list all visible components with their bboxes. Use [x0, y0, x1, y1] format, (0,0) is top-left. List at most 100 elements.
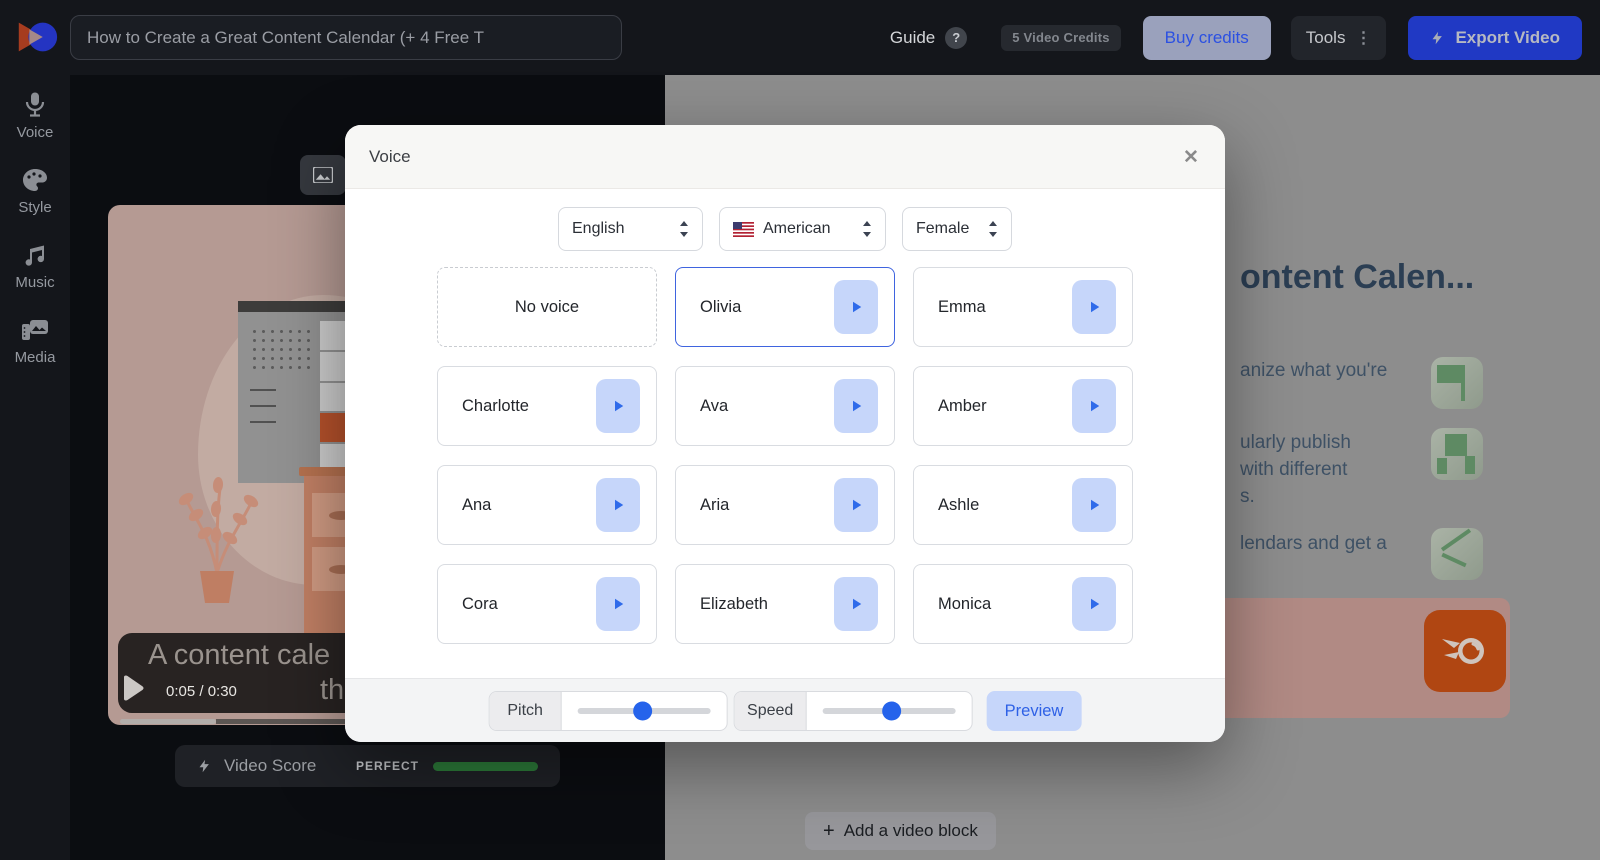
article-thumbnail	[1431, 528, 1483, 580]
video-score-bar[interactable]: Video Score PERFECT	[175, 745, 560, 787]
play-voice-button[interactable]	[834, 379, 878, 433]
export-video-button[interactable]: Export Video	[1408, 16, 1582, 60]
voice-card-cora[interactable]: Cora	[437, 564, 657, 644]
voice-name: Charlotte	[462, 397, 529, 416]
preview-button[interactable]: Preview	[987, 691, 1082, 731]
sidebar-item-style[interactable]: Style	[18, 168, 51, 216]
voice-card-elizabeth[interactable]: Elizabeth	[675, 564, 895, 644]
language-select[interactable]: English	[558, 207, 703, 251]
buy-credits-button[interactable]: Buy credits	[1143, 16, 1271, 60]
play-icon[interactable]	[121, 675, 145, 706]
add-video-block-label: Add a video block	[844, 821, 978, 841]
gender-select[interactable]: Female	[902, 207, 1012, 251]
media-thumbnail-button[interactable]	[300, 155, 346, 195]
play-icon	[847, 298, 865, 316]
voice-name: Ava	[700, 397, 728, 416]
voice-card-ashle[interactable]: Ashle	[913, 465, 1133, 545]
plus-icon: +	[823, 821, 835, 841]
play-voice-button[interactable]	[596, 379, 640, 433]
play-icon	[609, 397, 627, 415]
article-text: lendars and get a	[1240, 533, 1387, 555]
sidebar-label: Style	[18, 199, 51, 216]
subtitle-text-line1: A content cale	[148, 639, 330, 672]
speed-slider-thumb[interactable]	[882, 702, 901, 721]
play-voice-button[interactable]	[834, 280, 878, 334]
pitch-slider-thumb[interactable]	[633, 702, 652, 721]
video-preview[interactable]: A content cale tha 0:05 / 0:30	[108, 205, 366, 725]
voice-card-charlotte[interactable]: Charlotte	[437, 366, 657, 446]
progress-bar-elapsed[interactable]	[120, 719, 216, 724]
voice-card-aria[interactable]: Aria	[675, 465, 895, 545]
score-meter	[433, 762, 538, 771]
voice-card-ava[interactable]: Ava	[675, 366, 895, 446]
app-logo-icon[interactable]	[14, 14, 60, 60]
sidebar-label: Music	[15, 274, 54, 291]
play-voice-button[interactable]	[596, 478, 640, 532]
sidebar-item-media[interactable]: Media	[15, 318, 56, 366]
speed-slider-track[interactable]	[823, 708, 956, 714]
article-thumbnail	[1431, 428, 1483, 480]
subtitle-overlay[interactable]: A content cale tha 0:05 / 0:30	[118, 633, 366, 713]
image-icon	[313, 167, 333, 183]
pitch-label: Pitch	[490, 692, 562, 730]
help-icon[interactable]: ?	[945, 27, 967, 49]
music-note-icon	[23, 243, 47, 267]
illustration-plant	[160, 443, 275, 603]
pitch-slider[interactable]	[562, 692, 727, 730]
pitch-slider-track[interactable]	[578, 708, 711, 714]
left-sidebar: Voice Style Music Media	[0, 75, 70, 860]
play-voice-button[interactable]	[596, 577, 640, 631]
us-flag-icon	[733, 222, 754, 237]
video-title-input[interactable]	[70, 15, 622, 60]
play-voice-button[interactable]	[1072, 577, 1116, 631]
microphone-icon	[23, 91, 47, 117]
play-voice-button[interactable]	[1072, 379, 1116, 433]
close-icon[interactable]: ✕	[1177, 143, 1205, 171]
voice-card-no-voice[interactable]: No voice	[437, 267, 657, 347]
add-video-block-button[interactable]: + Add a video block	[805, 812, 996, 850]
voice-card-ana[interactable]: Ana	[437, 465, 657, 545]
lightning-icon	[197, 757, 212, 775]
updown-caret-icon	[988, 221, 998, 237]
media-icon	[21, 318, 49, 342]
accent-value: American	[763, 220, 831, 238]
play-icon	[847, 595, 865, 613]
voice-card-olivia[interactable]: Olivia	[675, 267, 895, 347]
top-bar: Guide ? 5 Video Credits Buy credits Tool…	[0, 0, 1600, 75]
play-voice-button[interactable]	[834, 478, 878, 532]
play-voice-button[interactable]	[1072, 280, 1116, 334]
voice-name: Elizabeth	[700, 595, 768, 614]
lightning-icon	[1430, 29, 1445, 47]
speed-label: Speed	[735, 692, 807, 730]
voice-card-amber[interactable]: Amber	[913, 366, 1133, 446]
voice-name: Amber	[938, 397, 987, 416]
progress-bar-remaining[interactable]	[216, 719, 366, 724]
play-voice-button[interactable]	[834, 577, 878, 631]
article-text: ularly publish	[1240, 432, 1351, 454]
video-credits-badge: 5 Video Credits	[1001, 25, 1120, 51]
kebab-menu-icon: ⋮	[1355, 28, 1371, 48]
tools-button[interactable]: Tools ⋮	[1291, 16, 1387, 60]
play-voice-button[interactable]	[1072, 478, 1116, 532]
sidebar-label: Media	[15, 349, 56, 366]
voice-name: Olivia	[700, 298, 741, 317]
accent-select[interactable]: American	[719, 207, 886, 251]
voice-card-monica[interactable]: Monica	[913, 564, 1133, 644]
sidebar-item-voice[interactable]: Voice	[17, 91, 54, 141]
semrush-logo	[1424, 610, 1506, 692]
voice-name: Monica	[938, 595, 991, 614]
article-text: s.	[1240, 486, 1255, 508]
guide-link[interactable]: Guide	[890, 28, 935, 48]
modal-title: Voice	[369, 147, 411, 167]
article-thumbnail	[1431, 357, 1483, 409]
updown-caret-icon	[679, 221, 689, 237]
video-score-label: Video Score	[224, 756, 316, 776]
voice-card-emma[interactable]: Emma	[913, 267, 1133, 347]
voice-name: Aria	[700, 496, 729, 515]
sidebar-item-music[interactable]: Music	[15, 243, 54, 291]
pitch-control: Pitch	[489, 691, 728, 731]
play-icon	[1085, 595, 1103, 613]
play-icon	[1085, 496, 1103, 514]
speed-slider[interactable]	[807, 692, 972, 730]
palette-icon	[22, 168, 48, 192]
